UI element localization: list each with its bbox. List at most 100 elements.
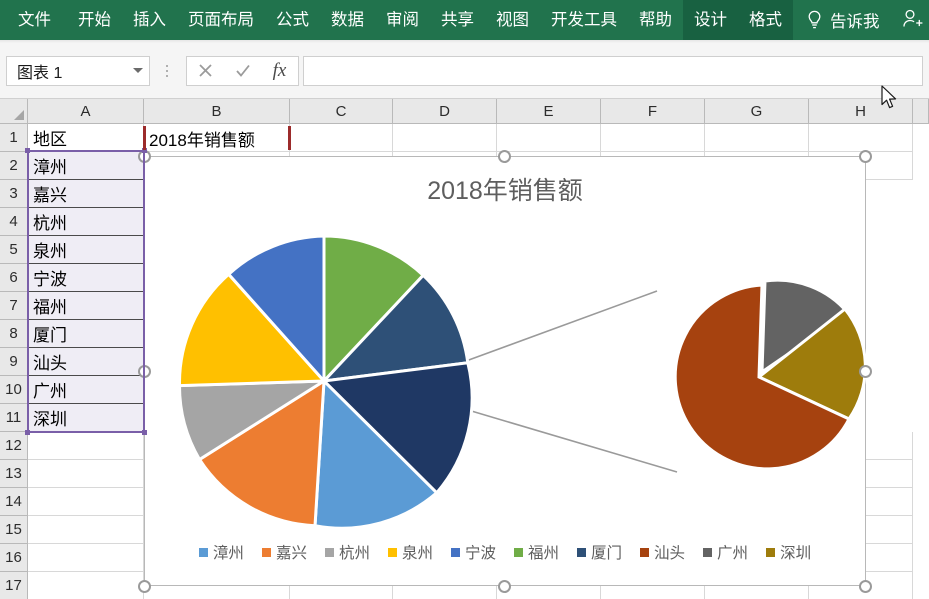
- selection-handle-br[interactable]: [142, 430, 147, 435]
- legend-item-xiamen[interactable]: 厦门: [568, 541, 631, 563]
- share-button[interactable]: 共: [890, 0, 929, 40]
- cell-A1[interactable]: 地区: [28, 124, 144, 152]
- chart-object[interactable]: 2018年销售额: [144, 156, 866, 586]
- confirm-icon[interactable]: [224, 57, 261, 85]
- ribbon-tab-developer[interactable]: 开发工具: [540, 0, 628, 40]
- cell-H1[interactable]: [809, 124, 913, 152]
- row-header-7[interactable]: 7: [0, 292, 28, 320]
- row-header-6[interactable]: 6: [0, 264, 28, 292]
- row-header-16[interactable]: 16: [0, 544, 28, 572]
- cell-A2[interactable]: 漳州: [28, 152, 144, 180]
- selection-handle-bl[interactable]: [25, 430, 30, 435]
- ribbon-tab-share[interactable]: 共享: [430, 0, 485, 40]
- primary-pie: [179, 236, 472, 528]
- cell-A11[interactable]: 深圳: [28, 404, 144, 432]
- chart-handle-bottom-center[interactable]: [498, 580, 511, 593]
- row-header-11[interactable]: 11: [0, 404, 28, 432]
- legend-item-shenzhen[interactable]: 深圳: [757, 541, 820, 563]
- cancel-icon[interactable]: [187, 57, 224, 85]
- row-header-2[interactable]: 2: [0, 152, 28, 180]
- row-header-15[interactable]: 15: [0, 516, 28, 544]
- chevron-down-icon[interactable]: [133, 68, 143, 73]
- chart-handle-middle-left[interactable]: [138, 365, 151, 378]
- legend-item-quanzhou[interactable]: 泉州: [379, 541, 442, 563]
- legend-swatch-shantou: [640, 548, 649, 557]
- ribbon-tab-help[interactable]: 帮助: [628, 0, 683, 40]
- cell-A13[interactable]: [28, 460, 144, 488]
- cell-A9[interactable]: 汕头: [28, 348, 144, 376]
- selection-handle-tl[interactable]: [25, 148, 30, 153]
- cell-B1-text[interactable]: 2018年销售额: [144, 124, 290, 152]
- col-header-D[interactable]: D: [393, 99, 497, 124]
- ribbon-tab-page-layout[interactable]: 页面布局: [177, 0, 265, 40]
- row-header-3[interactable]: 3: [0, 180, 28, 208]
- cell-A3[interactable]: 嘉兴: [28, 180, 144, 208]
- row-header-10[interactable]: 10: [0, 376, 28, 404]
- chart-handle-top-center[interactable]: [498, 150, 511, 163]
- col-header-B[interactable]: B: [144, 99, 290, 124]
- legend-item-hangzhou[interactable]: 杭州: [316, 541, 379, 563]
- row-header-12[interactable]: 12: [0, 432, 28, 460]
- col-header-I[interactable]: [913, 99, 929, 124]
- col-header-E[interactable]: E: [497, 99, 601, 124]
- cell-A17[interactable]: [28, 572, 144, 599]
- cell-A10[interactable]: 广州: [28, 376, 144, 404]
- cell-A16[interactable]: [28, 544, 144, 572]
- cell-A5[interactable]: 泉州: [28, 236, 144, 264]
- formula-input[interactable]: [303, 56, 923, 86]
- cell-A14[interactable]: [28, 488, 144, 516]
- row-header-5[interactable]: 5: [0, 236, 28, 264]
- ribbon-tab-help-label: 帮助: [639, 12, 672, 29]
- ribbon-tab-chart-design[interactable]: 设计: [683, 0, 738, 40]
- pie-connector-lines: [466, 291, 677, 472]
- chart-handle-middle-right[interactable]: [859, 365, 872, 378]
- chart-handle-bottom-left[interactable]: [138, 580, 151, 593]
- cell-G1[interactable]: [705, 124, 809, 152]
- select-all-corner[interactable]: [0, 99, 28, 124]
- name-box[interactable]: 图表 1: [6, 56, 150, 86]
- legend-item-shantou[interactable]: 汕头: [631, 541, 694, 563]
- cell-A6[interactable]: 宁波: [28, 264, 144, 292]
- col-header-C[interactable]: C: [290, 99, 393, 124]
- legend-item-zhangzhou[interactable]: 漳州: [190, 541, 253, 563]
- cell-D1[interactable]: [393, 124, 497, 152]
- cell-A15[interactable]: [28, 516, 144, 544]
- row-header-17[interactable]: 17: [0, 572, 28, 599]
- ribbon-tab-formulas[interactable]: 公式: [265, 0, 320, 40]
- cell-C1[interactable]: [290, 124, 393, 152]
- cell-A7[interactable]: 福州: [28, 292, 144, 320]
- row-header-1[interactable]: 1: [0, 124, 28, 152]
- ribbon-tab-insert[interactable]: 插入: [122, 0, 177, 40]
- ribbon-tab-file[interactable]: 文件: [0, 0, 67, 40]
- ribbon-tab-chart-format[interactable]: 格式: [738, 0, 793, 40]
- legend-item-fuzhou[interactable]: 福州: [505, 541, 568, 563]
- legend-item-jiaxing[interactable]: 嘉兴: [253, 541, 316, 563]
- chart-handle-bottom-right[interactable]: [859, 580, 872, 593]
- cell-F1[interactable]: [601, 124, 705, 152]
- row-header-13[interactable]: 13: [0, 460, 28, 488]
- row-header-9[interactable]: 9: [0, 348, 28, 376]
- ribbon-tab-data[interactable]: 数据: [320, 0, 375, 40]
- row-header-4[interactable]: 4: [0, 208, 28, 236]
- formula-bar-grip[interactable]: [156, 56, 178, 86]
- ribbon-tab-view[interactable]: 视图: [485, 0, 540, 40]
- row-header-8[interactable]: 8: [0, 320, 28, 348]
- ribbon-tab-review[interactable]: 审阅: [375, 0, 430, 40]
- insert-function-icon[interactable]: fx: [261, 57, 298, 85]
- col-header-G[interactable]: G: [705, 99, 809, 124]
- col-header-A[interactable]: A: [28, 99, 144, 124]
- row-header-14[interactable]: 14: [0, 488, 28, 516]
- legend-swatch-jiaxing: [262, 548, 271, 557]
- tell-me-box[interactable]: 告诉我: [793, 0, 890, 40]
- cell-E1[interactable]: [497, 124, 601, 152]
- cell-A12[interactable]: [28, 432, 144, 460]
- cell-A4[interactable]: 杭州: [28, 208, 144, 236]
- ribbon-tab-home[interactable]: 开始: [67, 0, 122, 40]
- chart-legend[interactable]: 漳州 嘉兴 杭州 泉州 宁波 福州: [145, 541, 865, 563]
- col-header-F[interactable]: F: [601, 99, 705, 124]
- chart-handle-top-right[interactable]: [859, 150, 872, 163]
- cell-A8[interactable]: 厦门: [28, 320, 144, 348]
- legend-item-guangzhou[interactable]: 广州: [694, 541, 757, 563]
- legend-item-ningbo[interactable]: 宁波: [442, 541, 505, 563]
- legend-swatch-quanzhou: [388, 548, 397, 557]
